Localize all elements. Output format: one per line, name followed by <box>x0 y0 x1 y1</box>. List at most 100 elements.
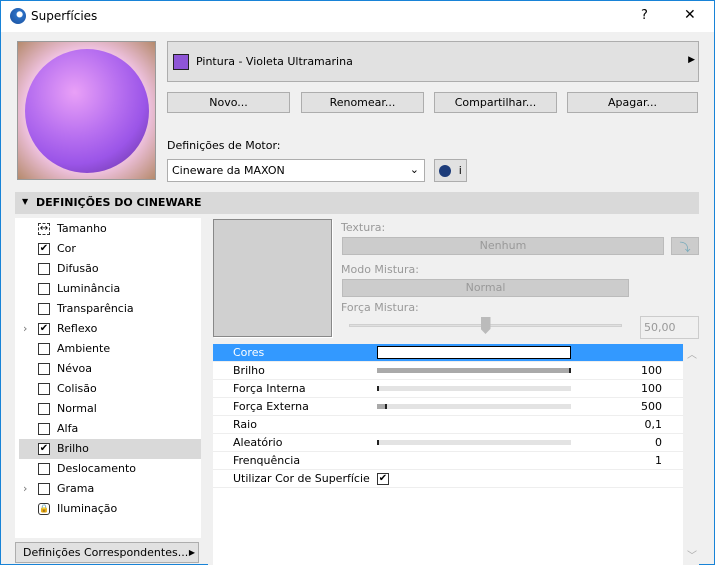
channel-checkbox[interactable] <box>38 283 50 295</box>
mix-strength-input[interactable]: 50,00 <box>640 316 699 339</box>
texture-button[interactable]: Nenhum <box>342 237 664 255</box>
channel-checkbox[interactable] <box>38 463 50 475</box>
param-name: Aleatório <box>233 436 283 449</box>
channel-checkbox[interactable] <box>38 383 50 395</box>
channel-item[interactable]: Alfa <box>19 419 201 439</box>
channel-item[interactable]: ✔ Cor <box>19 239 201 259</box>
channel-item[interactable]: Luminância <box>19 279 201 299</box>
channel-label: Difusão <box>57 262 99 275</box>
channel-item[interactable]: ↔ Tamanho <box>19 219 201 239</box>
expand-chevron-icon[interactable]: › <box>23 479 27 499</box>
mix-mode-label: Modo Mistura: <box>341 263 419 276</box>
channel-label: Tamanho <box>57 222 107 235</box>
param-slider[interactable] <box>377 440 571 445</box>
param-slider[interactable] <box>377 404 571 409</box>
preview-sphere <box>25 49 149 173</box>
channel-checkbox[interactable] <box>38 483 50 495</box>
param-value[interactable]: 0,1 <box>645 416 663 434</box>
channel-item[interactable]: ✔ Brilho <box>19 439 201 459</box>
param-value[interactable]: 0 <box>655 434 662 452</box>
param-row[interactable]: Frenquência 1 <box>213 452 683 470</box>
channel-checkbox[interactable]: ✔ <box>38 243 50 255</box>
param-row[interactable]: Força Interna 100 <box>213 380 683 398</box>
channel-item[interactable]: Deslocamento <box>19 459 201 479</box>
load-texture-icon: ⤵ <box>679 241 691 254</box>
share-button[interactable]: Compartilhar... <box>434 92 557 113</box>
matching-settings-label: Definições Correspondentes... <box>23 546 189 559</box>
scroll-up-icon[interactable]: ︿ <box>687 346 697 361</box>
channel-checkbox[interactable] <box>38 363 50 375</box>
param-row[interactable]: Cores <box>213 344 683 362</box>
channel-item[interactable]: Colisão <box>19 379 201 399</box>
channel-label: Colisão <box>57 382 97 395</box>
rename-button[interactable]: Renomear... <box>301 92 424 113</box>
param-slider[interactable] <box>377 368 571 373</box>
delete-button[interactable]: Apagar... <box>567 92 698 113</box>
channel-item[interactable]: Difusão <box>19 259 201 279</box>
channel-item[interactable]: › Grama <box>19 479 201 499</box>
param-name: Cores <box>233 346 265 359</box>
param-value[interactable]: 100 <box>641 362 662 380</box>
resize-icon: ↔ <box>38 223 50 235</box>
chevron-right-icon: ▶ <box>688 55 695 65</box>
param-row[interactable]: Força Externa 500 <box>213 398 683 416</box>
channel-item[interactable]: 🔒 Iluminação <box>19 499 201 519</box>
info-icon: i <box>458 164 462 177</box>
channel-item[interactable]: Ambiente <box>19 339 201 359</box>
channel-item[interactable]: › ✔ Reflexo <box>19 319 201 339</box>
scroll-down-icon[interactable]: ﹀ <box>687 547 697 562</box>
param-row[interactable]: Utilizar Cor de Superfície ✔ <box>213 470 683 488</box>
mix-mode-dropdown[interactable]: Normal <box>342 279 629 297</box>
new-button[interactable]: Novo... <box>167 92 290 113</box>
channel-checkbox[interactable] <box>38 403 50 415</box>
channel-item[interactable]: Normal <box>19 399 201 419</box>
color-field[interactable] <box>377 346 571 359</box>
param-name: Força Externa <box>233 400 309 413</box>
channel-label: Normal <box>57 402 97 415</box>
channel-checkbox[interactable]: ✔ <box>38 323 50 335</box>
scrollbar[interactable]: ︿ ﹀ <box>684 344 699 565</box>
param-name: Força Interna <box>233 382 306 395</box>
surface-name: Pintura - Violeta Ultramarina <box>196 55 353 68</box>
param-row[interactable]: Aleatório 0 <box>213 434 683 452</box>
channel-label: Alfa <box>57 422 79 435</box>
param-name: Raio <box>233 418 257 431</box>
section-title: DEFINIÇÕES DO CINEWARE <box>36 196 202 209</box>
title-bar: Superfícies ? ✕ <box>1 1 714 32</box>
texture-preview <box>213 219 332 337</box>
window-title: Superfícies <box>31 9 98 23</box>
help-button[interactable]: ? <box>641 8 648 23</box>
param-row[interactable]: Brilho 100 <box>213 362 683 380</box>
matching-settings-button[interactable]: Definições Correspondentes... ▶ <box>15 542 199 563</box>
surface-preview <box>17 41 156 180</box>
cineware-section-header[interactable]: ▼ DEFINIÇÕES DO CINEWARE <box>15 192 699 214</box>
engine-value: Cineware da MAXON <box>172 164 285 177</box>
engine-dropdown[interactable]: Cineware da MAXON ⌄ <box>167 159 425 182</box>
channel-label: Névoa <box>57 362 92 375</box>
close-button[interactable]: ✕ <box>684 7 696 23</box>
channel-item[interactable]: Névoa <box>19 359 201 379</box>
expand-chevron-icon[interactable]: › <box>23 319 27 339</box>
param-value[interactable]: 100 <box>641 380 662 398</box>
channel-checkbox[interactable] <box>38 263 50 275</box>
channel-item[interactable]: Transparência <box>19 299 201 319</box>
channel-checkbox[interactable] <box>38 303 50 315</box>
channel-label: Brilho <box>57 442 89 455</box>
lock-icon: 🔒 <box>38 503 50 515</box>
texture-browse-button[interactable]: ⤵ <box>671 237 699 255</box>
surface-selector[interactable]: Pintura - Violeta Ultramarina ▶ <box>167 41 699 82</box>
param-checkbox[interactable]: ✔ <box>377 473 389 485</box>
param-value[interactable]: 1 <box>655 452 662 470</box>
surface-color-swatch <box>173 54 189 70</box>
engine-info-button[interactable]: i <box>434 159 467 182</box>
param-value[interactable]: 500 <box>641 398 662 416</box>
channel-checkbox[interactable] <box>38 343 50 355</box>
param-name: Utilizar Cor de Superfície <box>233 472 370 485</box>
channel-label: Transparência <box>57 302 134 315</box>
param-slider[interactable] <box>377 386 571 391</box>
channel-checkbox[interactable]: ✔ <box>38 443 50 455</box>
param-row[interactable]: Raio 0,1 <box>213 416 683 434</box>
engine-label: Definições de Motor: <box>167 139 281 152</box>
channel-checkbox[interactable] <box>38 423 50 435</box>
mix-strength-label: Força Mistura: <box>341 301 419 314</box>
